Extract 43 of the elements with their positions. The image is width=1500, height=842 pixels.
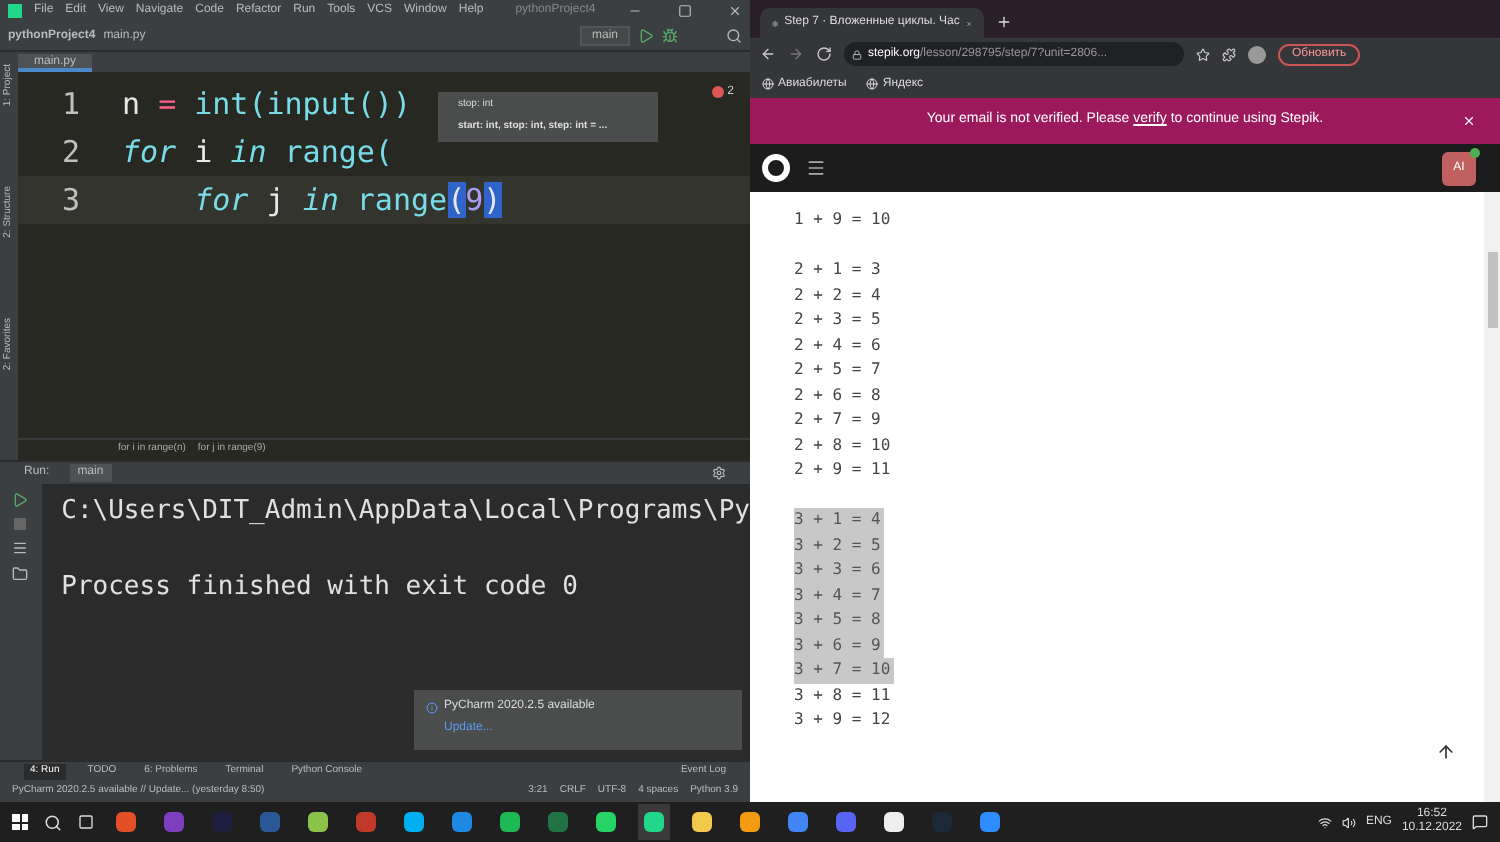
menu-icon[interactable]: [806, 158, 826, 178]
code-line: for i in range(: [120, 131, 393, 174]
close-icon[interactable]: [728, 4, 742, 18]
line-number: 1: [60, 83, 83, 126]
maximize-icon[interactable]: [678, 4, 692, 18]
minimize-icon[interactable]: [628, 4, 642, 18]
task-view-icon[interactable]: [78, 814, 94, 830]
scrollbar-thumb[interactable]: [1487, 252, 1497, 328]
search-icon[interactable]: [726, 28, 742, 44]
forward-icon[interactable]: [788, 46, 804, 62]
line-number: 2: [60, 131, 83, 174]
debug-icon[interactable]: [662, 28, 678, 44]
globe-icon: [866, 78, 879, 90]
globe-icon: [762, 78, 774, 90]
volume-icon[interactable]: [1341, 815, 1356, 829]
settings-icon[interactable]: [712, 466, 726, 480]
favicon-icon: [772, 17, 779, 29]
new-tab-icon[interactable]: [996, 14, 1012, 30]
line-number: 3: [60, 179, 83, 222]
code-line: n = int(input()): [120, 83, 411, 126]
info-icon: [426, 701, 438, 713]
back-icon[interactable]: [760, 46, 776, 62]
console-line: Process finished with exit code 0: [61, 570, 580, 606]
start-icon[interactable]: [12, 814, 28, 830]
bookmark-star-icon[interactable]: [1196, 47, 1210, 61]
rerun-icon[interactable]: [12, 492, 29, 508]
wifi-icon[interactable]: [1317, 815, 1332, 829]
scroll-to-top-icon[interactable]: [1436, 742, 1456, 762]
lock-icon: [852, 49, 862, 59]
error-icon[interactable]: [711, 86, 724, 99]
notifications-icon[interactable]: [1472, 814, 1488, 830]
run-icon[interactable]: [638, 28, 654, 44]
search-icon[interactable]: [44, 813, 62, 831]
wrap-icon[interactable]: [12, 540, 29, 556]
folder-icon[interactable]: [12, 566, 29, 582]
profile-avatar[interactable]: [1248, 45, 1266, 63]
extensions-icon[interactable]: [1222, 47, 1236, 61]
console-line: C:\Users\DIT_Admin\AppData\Local\Programs\Py: [61, 494, 750, 530]
code-line: for j in range(9): [192, 179, 502, 222]
reload-icon[interactable]: [816, 46, 832, 62]
app-logo-icon: [8, 4, 22, 18]
taskbar-app[interactable]: [638, 804, 670, 840]
logo-icon[interactable]: [762, 154, 790, 182]
